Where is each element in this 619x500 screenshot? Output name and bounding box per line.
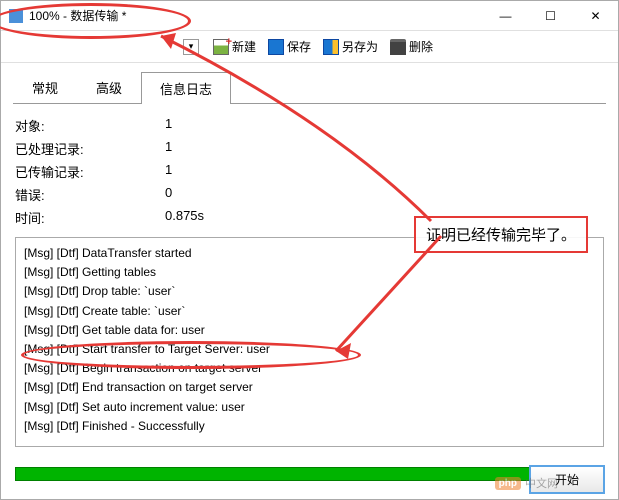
log-output[interactable]: [Msg] [Dtf] DataTransfer started [Msg] [… bbox=[15, 237, 604, 447]
dropdown-toggle[interactable]: ▾ bbox=[183, 39, 199, 55]
close-button[interactable]: ✕ bbox=[573, 1, 618, 31]
time-label: 时间: bbox=[15, 208, 165, 227]
log-line: [Msg] [Dtf] Drop table: `user` bbox=[24, 282, 595, 301]
transferred-label: 已传输记录: bbox=[15, 162, 165, 181]
minimize-button[interactable]: — bbox=[483, 1, 528, 31]
titlebar: 100% - 数据传输 * — ☐ ✕ bbox=[1, 1, 618, 31]
window-controls: — ☐ ✕ bbox=[483, 1, 618, 31]
save-icon bbox=[268, 39, 284, 55]
annotation-text: 证明已经传输完毕了。 bbox=[426, 227, 576, 244]
log-line: [Msg] [Dtf] Set auto increment value: us… bbox=[24, 398, 595, 417]
app-icon bbox=[9, 9, 23, 23]
delete-button[interactable]: 删除 bbox=[386, 36, 437, 57]
saveas-button[interactable]: 另存为 bbox=[319, 36, 382, 57]
processed-value: 1 bbox=[165, 139, 604, 158]
tabs: 常规 高级 信息日志 bbox=[13, 71, 606, 104]
saveas-label: 另存为 bbox=[342, 38, 378, 55]
delete-label: 删除 bbox=[409, 38, 433, 55]
maximize-button[interactable]: ☐ bbox=[528, 1, 573, 31]
processed-label: 已处理记录: bbox=[15, 139, 165, 158]
tab-advanced[interactable]: 高级 bbox=[77, 71, 141, 103]
new-button[interactable]: 新建 bbox=[209, 36, 260, 57]
watermark-text: 中文网 bbox=[525, 475, 558, 491]
new-icon bbox=[213, 39, 229, 55]
object-value: 1 bbox=[165, 116, 604, 135]
stats-grid: 对象: 1 已处理记录: 1 已传输记录: 1 错误: 0 时间: 0.875s bbox=[15, 116, 604, 227]
object-label: 对象: bbox=[15, 116, 165, 135]
watermark-logo: php bbox=[495, 477, 521, 490]
error-value: 0 bbox=[165, 185, 604, 204]
transferred-value: 1 bbox=[165, 162, 604, 181]
delete-icon bbox=[390, 39, 406, 55]
tab-log[interactable]: 信息日志 bbox=[141, 72, 231, 104]
log-line: [Msg] [Dtf] Start transfer to Target Ser… bbox=[24, 340, 595, 359]
content-pane: 对象: 1 已处理记录: 1 已传输记录: 1 错误: 0 时间: 0.875s… bbox=[1, 104, 618, 459]
toolbar: ▾ 新建 保存 另存为 删除 bbox=[1, 31, 618, 63]
log-line: [Msg] [Dtf] Get table data for: user bbox=[24, 321, 595, 340]
log-line: [Msg] [Dtf] Begin transaction on target … bbox=[24, 359, 595, 378]
app-window: 100% - 数据传输 * — ☐ ✕ ▾ 新建 保存 另存为 删除 常规 高级 bbox=[0, 0, 619, 500]
annotation-callout: 证明已经传输完毕了。 bbox=[414, 216, 588, 253]
log-line: [Msg] [Dtf] End transaction on target se… bbox=[24, 378, 595, 397]
log-line: [Msg] [Dtf] Create table: `user` bbox=[24, 302, 595, 321]
new-label: 新建 bbox=[232, 38, 256, 55]
save-label: 保存 bbox=[287, 38, 311, 55]
save-button[interactable]: 保存 bbox=[264, 36, 315, 57]
log-line: [Msg] [Dtf] Getting tables bbox=[24, 263, 595, 282]
window-title: 100% - 数据传输 * bbox=[29, 7, 483, 24]
tabs-container: 常规 高级 信息日志 bbox=[1, 63, 618, 104]
log-line: [Msg] [Dtf] Finished - Successfully bbox=[24, 417, 595, 436]
watermark: php 中文网 bbox=[495, 475, 558, 491]
saveas-icon bbox=[323, 39, 339, 55]
error-label: 错误: bbox=[15, 185, 165, 204]
tab-general[interactable]: 常规 bbox=[13, 71, 77, 103]
